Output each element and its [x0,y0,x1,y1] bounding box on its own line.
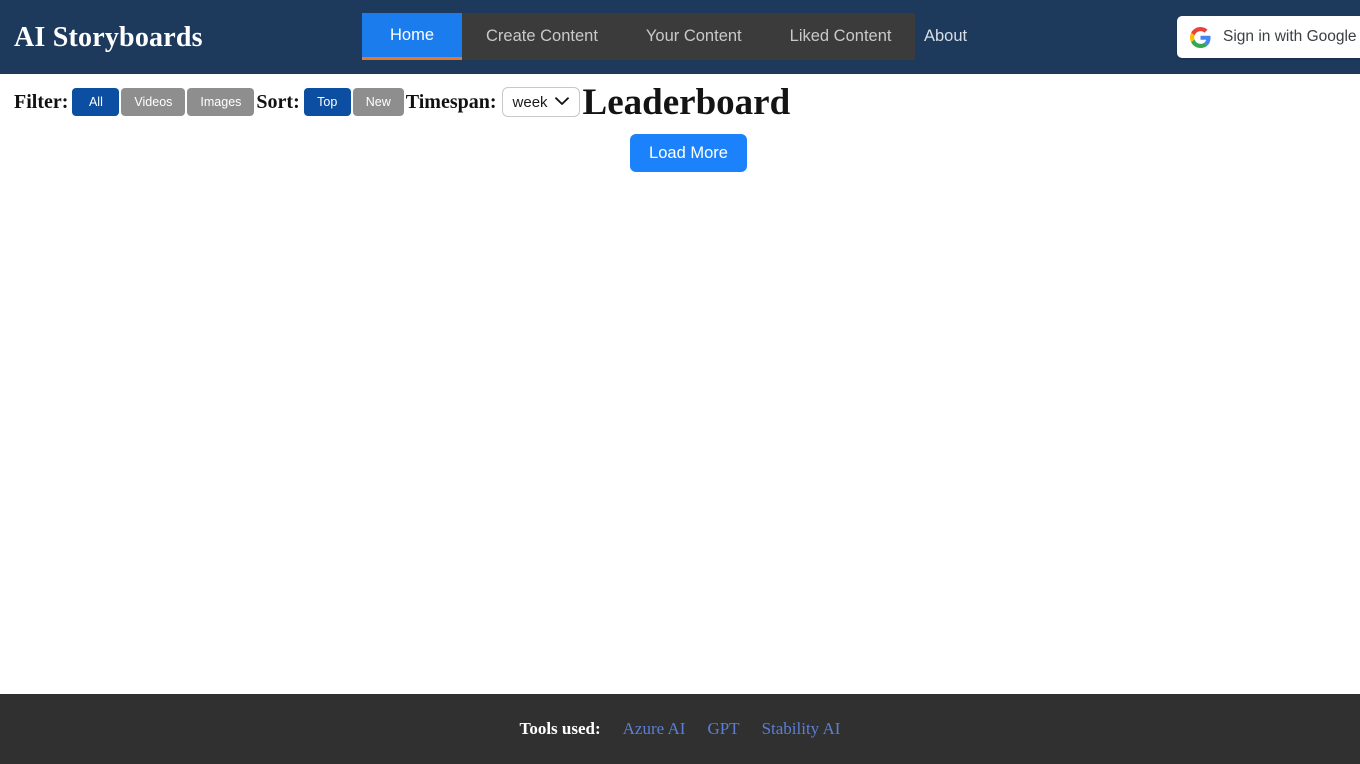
primary-navigation: Home Create Content Your Content Liked C… [362,13,916,60]
footer-link-stability-ai[interactable]: Stability AI [762,719,841,739]
nav-item-liked-content[interactable]: Liked Content [766,13,916,60]
timespan-selected-value: week [512,93,548,111]
nav-item-about[interactable]: About [900,13,991,60]
timespan-label: Timespan: [405,90,497,113]
site-header: AI Storyboards Home Create Content Your … [0,0,1360,74]
filter-label: Filter: [14,90,69,113]
sort-label: Sort: [256,90,300,113]
sort-button-new[interactable]: New [352,88,404,116]
nav-item-your-content[interactable]: Your Content [622,13,766,60]
brand-title: AI Storyboards [14,22,203,53]
site-footer: Tools used: Azure AI GPT Stability AI [0,694,1360,764]
main-content-area: Load More [0,130,1360,694]
nav-item-create-content[interactable]: Create Content [462,13,622,60]
tools-used-label: Tools used: [519,719,601,738]
filter-button-images[interactable]: Images [187,88,255,116]
content-controls-bar: Filter: All Videos Images Sort: Top New … [0,74,1360,130]
nav-item-liked-content-label: Liked Content [789,27,892,45]
filter-button-group: All Videos Images [72,88,256,116]
sort-button-top[interactable]: Top [303,88,351,116]
footer-link-gpt[interactable]: GPT [707,719,739,739]
tools-used-row: Tools used: Azure AI GPT Stability AI [520,719,841,739]
page-title: Leaderboard [582,81,791,123]
timespan-select[interactable]: week [501,87,580,117]
filter-button-all[interactable]: All [72,88,120,116]
nav-item-home-label: Home [390,25,435,44]
chevron-down-icon [554,93,569,111]
google-g-icon [1190,26,1211,48]
filter-button-videos[interactable]: Videos [121,88,186,116]
nav-item-your-content-label: Your Content [645,27,742,45]
google-sign-in-button[interactable]: Sign in with Google [1177,16,1360,58]
nav-item-create-content-label: Create Content [486,27,598,45]
nav-item-home[interactable]: Home [362,13,463,60]
sort-button-group: Top New [303,88,406,116]
nav-item-about-label: About [924,27,968,45]
load-more-button[interactable]: Load More [630,134,747,172]
google-sign-in-label: Sign in with Google [1223,28,1357,45]
footer-link-azure-ai[interactable]: Azure AI [623,719,686,739]
